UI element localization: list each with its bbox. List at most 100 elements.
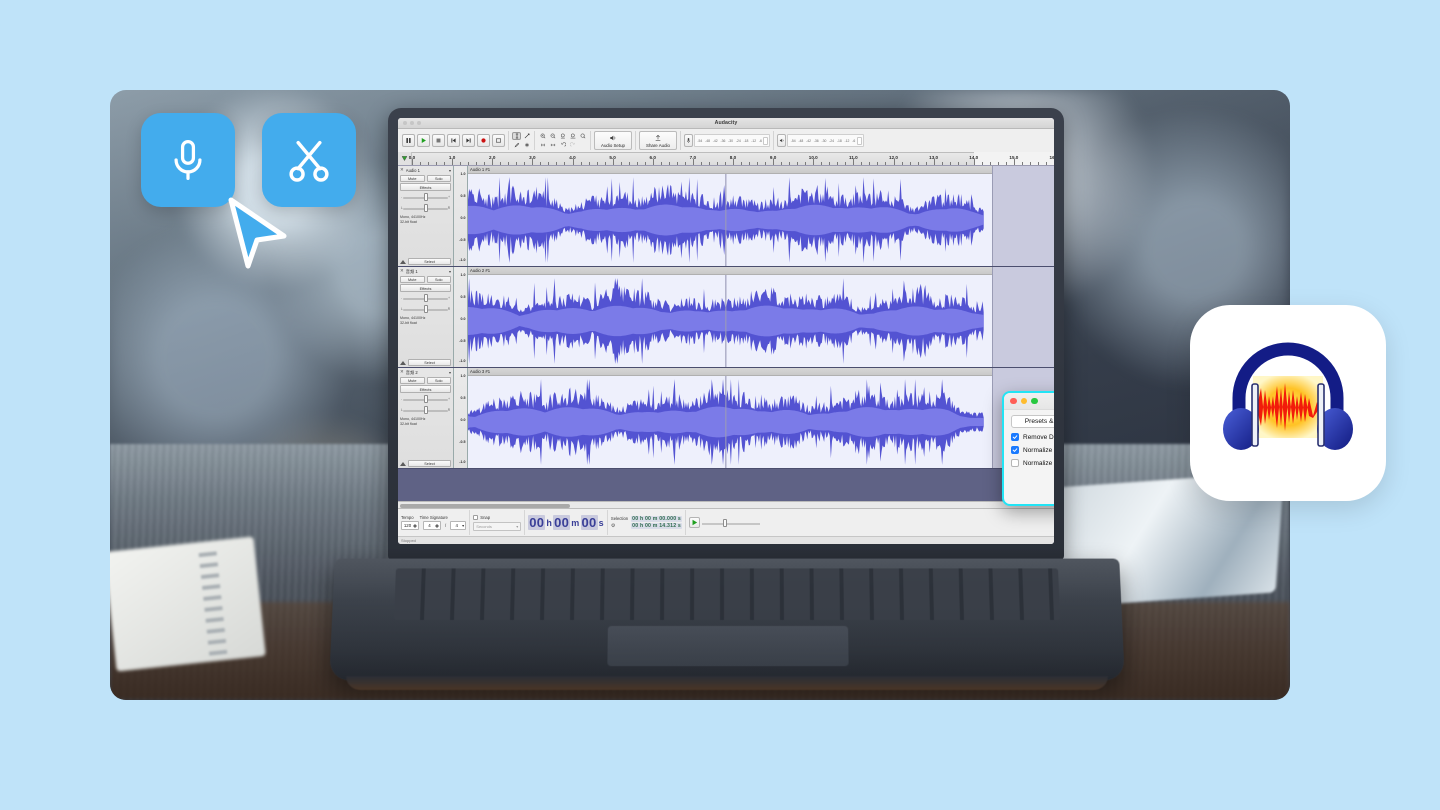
- solo-button[interactable]: Solo: [426, 276, 451, 283]
- speed-slider-knob[interactable]: [722, 518, 727, 527]
- waveform-panel[interactable]: Audio 1 #1: [468, 166, 1054, 266]
- play-at-speed-control[interactable]: [689, 517, 761, 528]
- slider-knob[interactable]: [423, 305, 428, 313]
- clip-title[interactable]: Audio 2 #1: [468, 267, 1054, 275]
- select-button[interactable]: Select: [408, 258, 451, 265]
- silence-icon[interactable]: [548, 141, 557, 149]
- mute-button[interactable]: Mute: [400, 175, 425, 182]
- record-meter[interactable]: -54 -48 -42 -36 -30 -24 -18 -12 -6: [684, 131, 771, 150]
- audio-setup-button[interactable]: Audio Setup: [594, 131, 632, 150]
- waveform[interactable]: [468, 376, 1054, 468]
- effects-button[interactable]: Effects: [400, 385, 451, 393]
- tempo-stepper-arrows[interactable]: [413, 523, 417, 528]
- time-sig-upper-input[interactable]: 4: [423, 521, 441, 530]
- close-icon[interactable]: ✕: [400, 370, 404, 375]
- snap-checkbox[interactable]: Snap: [473, 514, 490, 520]
- normalize-peak-row[interactable]: Normalize peak amplitude to -1.0 dB: [1011, 445, 1054, 456]
- track-row[interactable]: ✕ Audio 1 ▾ Mute Solo Effects - + L R Mo…: [398, 166, 1054, 267]
- chevron-down-icon[interactable]: ▾: [516, 524, 518, 529]
- redo-icon[interactable]: [568, 141, 577, 149]
- presets-settings-button[interactable]: Presets & settings: [1011, 415, 1054, 428]
- slider-knob[interactable]: [423, 395, 428, 403]
- pan-slider[interactable]: L R: [400, 203, 451, 213]
- fit-project-icon[interactable]: [568, 132, 577, 140]
- collapse-icon[interactable]: [400, 360, 406, 365]
- clip-title[interactable]: Audio 1 #1: [468, 166, 1054, 174]
- track-header[interactable]: ✕ Audio 1 ▾: [400, 167, 451, 174]
- speed-slider[interactable]: [702, 518, 761, 528]
- normalize-stereo-checkbox[interactable]: [1011, 459, 1019, 467]
- gain-slider[interactable]: - +: [400, 394, 451, 404]
- microphone-icon[interactable]: [684, 134, 693, 147]
- track-name[interactable]: 音频 1: [406, 269, 447, 275]
- audio-position-display[interactable]: 00 h 00 m 00 s: [528, 515, 604, 530]
- play-at-speed-button[interactable]: [689, 517, 701, 528]
- draw-tool[interactable]: [512, 141, 521, 149]
- selection-tool[interactable]: [512, 132, 521, 140]
- selection-start-time[interactable]: 00 h 00 m 00.000 s: [631, 516, 683, 522]
- time-sig-lower-select[interactable]: 4 ▾: [450, 521, 467, 530]
- normalize-peak-checkbox[interactable]: [1011, 446, 1019, 454]
- timeline-ruler[interactable]: 0.0 1.0 2.0 3.0 4.0 5.0 6.0 7.0 8.0 9.0 10.0 11.0 12…: [398, 152, 1054, 166]
- slider-knob[interactable]: [423, 193, 428, 201]
- time-sig-upper-arrows[interactable]: [435, 523, 439, 528]
- horizontal-scrollbar-area[interactable]: [398, 501, 1054, 508]
- chevron-down-icon[interactable]: ▾: [449, 168, 451, 173]
- remove-dc-offset-checkbox[interactable]: [1011, 433, 1019, 441]
- close-icon[interactable]: ✕: [400, 168, 404, 173]
- microphone-badge[interactable]: [141, 113, 235, 207]
- tempo-input[interactable]: 120: [401, 521, 419, 530]
- share-audio-button[interactable]: Share Audio: [639, 131, 677, 150]
- waveform[interactable]: [468, 275, 1054, 367]
- snap-checkbox-box[interactable]: [473, 514, 479, 520]
- zoom-out-icon[interactable]: [548, 132, 557, 140]
- solo-button[interactable]: Solo: [426, 377, 451, 384]
- collapse-icon[interactable]: [400, 461, 406, 466]
- ruler-scale[interactable]: 0.0 1.0 2.0 3.0 4.0 5.0 6.0 7.0 8.0 9.0 10.0 11.0 12…: [409, 152, 1054, 165]
- gain-slider[interactable]: - +: [400, 293, 451, 303]
- mute-button[interactable]: Mute: [400, 377, 425, 384]
- gain-slider[interactable]: - +: [400, 192, 451, 202]
- skip-to-end-button[interactable]: [462, 134, 475, 147]
- track-name[interactable]: 音频 2: [406, 370, 447, 376]
- zoom-in-icon[interactable]: [538, 132, 547, 140]
- track-row[interactable]: ✕ 音频 1 ▾ Mute Solo Effects - + L R Mono,…: [398, 267, 1054, 368]
- slider-knob[interactable]: [423, 204, 428, 212]
- selection-end-time[interactable]: 00 h 00 m 14.312 s: [631, 523, 683, 529]
- undo-icon[interactable]: [558, 141, 567, 149]
- snap-unit-select[interactable]: Seconds ▾: [473, 521, 522, 531]
- pan-slider[interactable]: L R: [400, 405, 451, 415]
- track-control-panel[interactable]: ✕ 音频 2 ▾ Mute Solo Effects - + L R Mono,…: [398, 368, 454, 468]
- track-header[interactable]: ✕ 音频 1 ▾: [400, 268, 451, 275]
- horizontal-scrollbar-thumb[interactable]: [400, 503, 570, 508]
- scissors-badge[interactable]: [262, 113, 356, 207]
- close-icon[interactable]: ✕: [400, 269, 404, 274]
- waveform[interactable]: [468, 174, 1054, 266]
- waveform-panel[interactable]: Audio 3 #1: [468, 368, 1054, 468]
- track-name[interactable]: Audio 1: [406, 168, 447, 173]
- select-button[interactable]: Select: [408, 359, 451, 366]
- collapse-icon[interactable]: [400, 259, 406, 264]
- vertical-ruler[interactable]: 1.0 0.5 0.0 -0.5 -1.0: [454, 368, 468, 468]
- envelope-tool[interactable]: [522, 132, 531, 140]
- normalize-dialog[interactable]: Normalize Presets & settings Preview App…: [1002, 391, 1054, 506]
- chevron-down-icon[interactable]: ▾: [449, 370, 451, 375]
- play-meter[interactable]: -54 -48 -42 -36 -30 -24 -18 -12 -6: [777, 131, 864, 150]
- track-control-panel[interactable]: ✕ 音频 1 ▾ Mute Solo Effects - + L R Mono,…: [398, 267, 454, 367]
- effects-button[interactable]: Effects: [400, 284, 451, 292]
- solo-button[interactable]: Solo: [426, 175, 451, 182]
- tracks-area[interactable]: ✕ Audio 1 ▾ Mute Solo Effects - + L R Mo…: [398, 166, 1054, 508]
- stop-button[interactable]: [432, 134, 445, 147]
- effects-button[interactable]: Effects: [400, 183, 451, 191]
- track-header[interactable]: ✕ 音频 2 ▾: [400, 369, 451, 376]
- skip-to-start-button[interactable]: [447, 134, 460, 147]
- speaker-meter-icon[interactable]: [777, 134, 787, 147]
- fit-selection-icon[interactable]: [558, 132, 567, 140]
- vertical-ruler[interactable]: 1.0 0.5 0.0 -0.5 -1.0: [454, 166, 468, 266]
- clip-title[interactable]: Audio 3 #1: [468, 368, 1054, 376]
- trim-icon[interactable]: [538, 141, 547, 149]
- selection-settings-icon[interactable]: ⚙: [611, 523, 615, 529]
- pan-slider[interactable]: L R: [400, 304, 451, 314]
- multi-tool[interactable]: [522, 141, 531, 149]
- waveform-panel[interactable]: Audio 2 #1: [468, 267, 1054, 367]
